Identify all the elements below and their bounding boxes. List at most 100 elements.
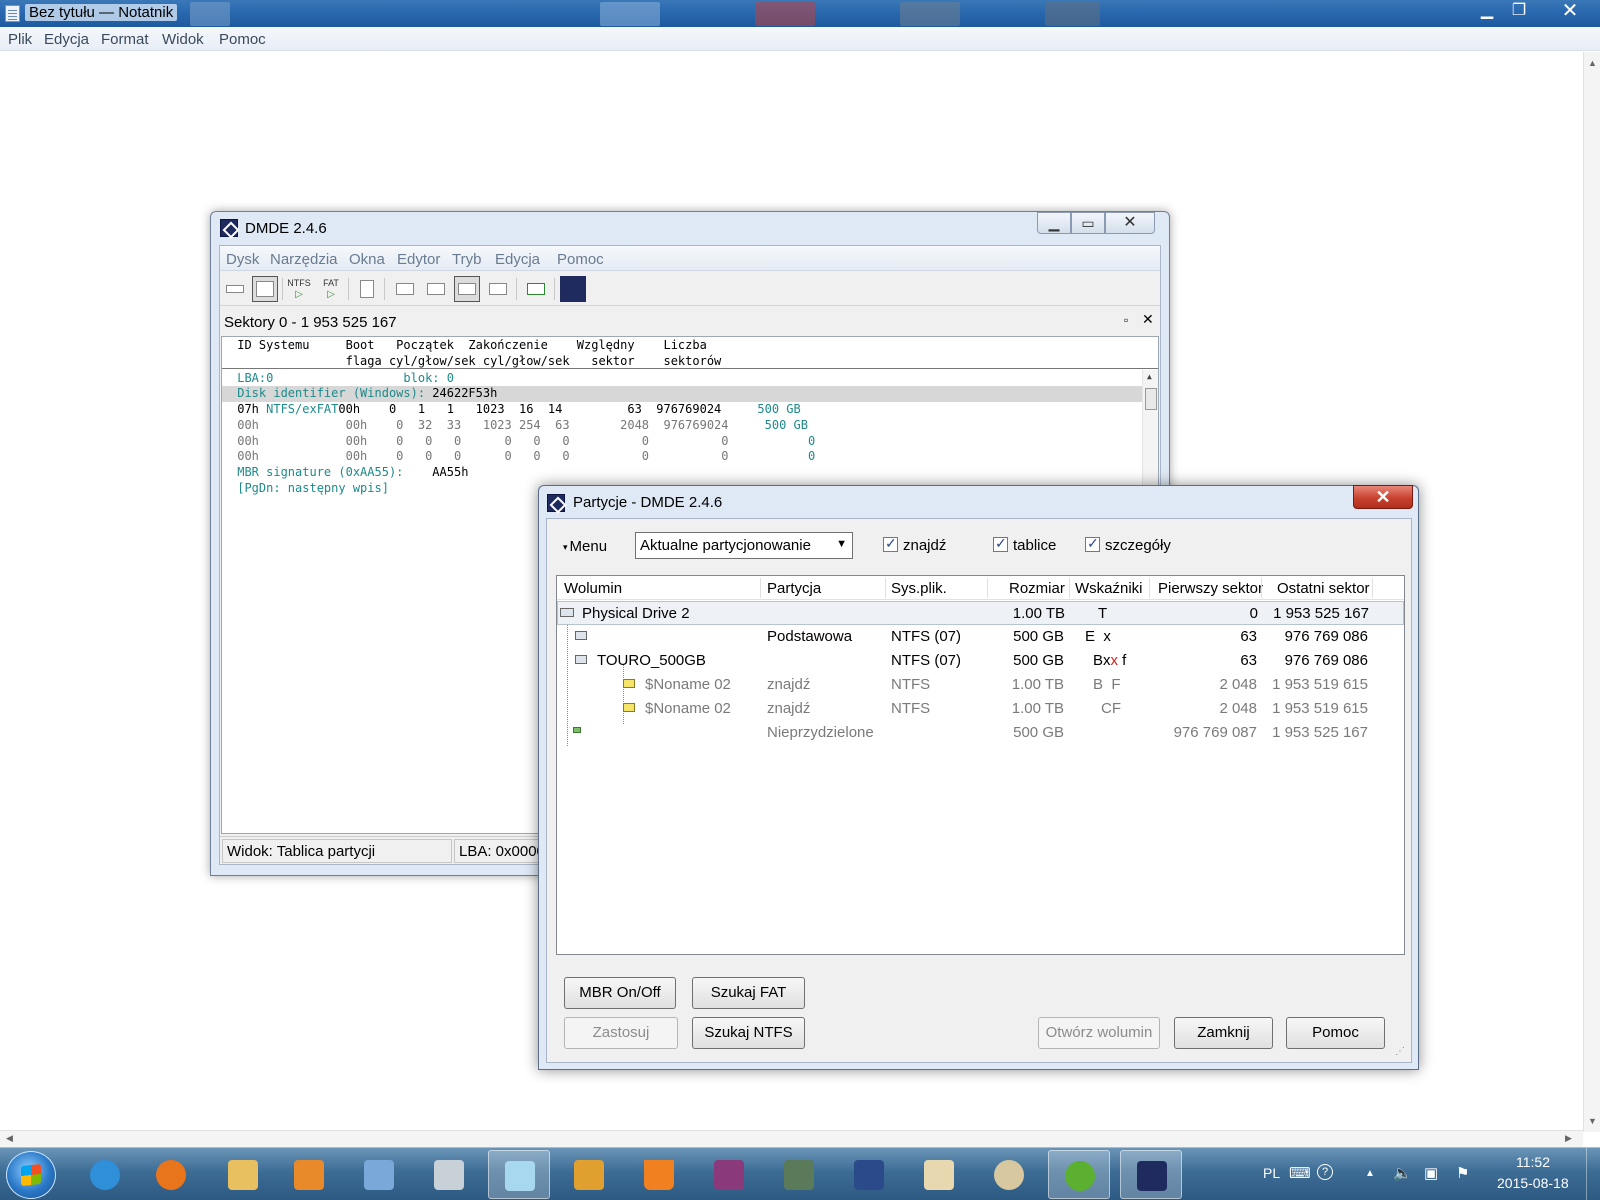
open-volume-button[interactable]: Otwórz wolumin [1038, 1017, 1160, 1049]
cell-filesystem: NTFS (07) [891, 628, 962, 645]
media-player-icon[interactable] [278, 1150, 340, 1199]
list-view-icon[interactable] [423, 276, 449, 302]
partitioning-mode-select[interactable]: Aktualne partycjonowanie ▼ [635, 532, 853, 559]
details-checkbox[interactable]: szczegóły [1085, 535, 1171, 554]
disk-icon[interactable] [222, 276, 248, 302]
utorrent-icon[interactable] [1048, 1150, 1110, 1199]
clock-date[interactable]: 2015-08-18 [1497, 1175, 1569, 1191]
dmde-menu-edit[interactable]: Edycja [495, 251, 540, 268]
dmde-menu-tools[interactable]: Narzędzia [270, 251, 338, 268]
firefox-icon[interactable] [140, 1150, 202, 1199]
clock-time[interactable]: 11:52 [1516, 1154, 1550, 1170]
table-row[interactable]: TOURO_500GB NTFS (07) 500 GB Bxx f 63 97… [557, 649, 1404, 673]
network-icon[interactable]: ▣ [1424, 1164, 1438, 1182]
panel-close-icon[interactable]: ✕ [1142, 311, 1154, 328]
find-checkbox[interactable]: znajdź [883, 535, 946, 554]
table-view-icon[interactable] [454, 276, 480, 302]
table-row[interactable]: Nieprzydzielone 500 GB 976 769 087 1 953… [557, 721, 1404, 745]
dmde-menu-help[interactable]: Pomoc [557, 251, 604, 268]
internet-explorer-icon[interactable] [74, 1150, 136, 1199]
column-last-sector[interactable]: Ostatni sektor [1277, 580, 1370, 597]
task-manager-icon[interactable] [768, 1150, 830, 1199]
help-icon[interactable]: ? [1317, 1164, 1333, 1180]
scroll-up-arrow-icon[interactable]: ▲ [1147, 372, 1152, 381]
action-center-flag-icon[interactable]: ⚑ [1456, 1164, 1469, 1182]
column-separator [885, 578, 886, 598]
notepad-maximize-button[interactable]: ❐ [1504, 0, 1534, 22]
volume-icon[interactable]: 🔈 [1393, 1164, 1412, 1182]
dmde-menu-mode[interactable]: Tryb [452, 251, 481, 268]
dmde-menu-windows[interactable]: Okna [349, 251, 385, 268]
notepad-menu-format[interactable]: Format [101, 31, 149, 48]
start-button[interactable] [6, 1151, 56, 1199]
notepad-close-button[interactable]: ✕ [1550, 0, 1590, 22]
table-row[interactable]: Physical Drive 2 1.00 TB T 0 1 953 525 1… [557, 601, 1404, 625]
mail-icon[interactable] [908, 1150, 970, 1199]
notepad-minimize-button[interactable]: ▁ [1472, 0, 1502, 22]
notepad-taskbar-icon[interactable] [488, 1150, 550, 1199]
scroll-down-arrow-icon[interactable]: ▼ [1588, 1116, 1597, 1126]
scrollbar-thumb[interactable] [1145, 388, 1157, 410]
dmde-close-button[interactable]: ✕ [1105, 212, 1155, 234]
menu-dropdown-button[interactable]: ▾ Menu [563, 538, 607, 555]
column-volume[interactable]: Wolumin [564, 580, 622, 597]
fat-search-button[interactable]: FAT ▷ [318, 276, 344, 302]
column-partition[interactable]: Partycja [767, 580, 821, 597]
notepad-menu-view[interactable]: Widok [162, 31, 204, 48]
partitions-view-icon[interactable] [252, 276, 278, 302]
search-icon[interactable] [485, 276, 511, 302]
partitions-table[interactable]: Wolumin Partycja Sys.plik. Rozmiar Wskaź… [556, 575, 1405, 955]
resize-grip-icon[interactable]: ⋰ [1395, 1046, 1405, 1057]
calculator-icon[interactable] [418, 1150, 480, 1199]
mbr-toggle-button[interactable]: MBR On/Off [564, 977, 676, 1009]
winrar-icon[interactable] [698, 1150, 760, 1199]
vlc-icon[interactable] [628, 1150, 690, 1199]
notepad-horizontal-scrollbar[interactable]: ◀ ▶ [0, 1130, 1583, 1147]
tables-checkbox[interactable]: tablice [993, 535, 1056, 554]
table-row[interactable]: $Noname 02 znajdź NTFS 1.00 TB B F 2 048… [557, 673, 1404, 697]
table-row[interactable]: Podstawowa NTFS (07) 500 GB E x 63 976 7… [557, 625, 1404, 649]
ntfs-search-button[interactable]: NTFS ▷ [286, 276, 312, 302]
copy-sectors-icon[interactable] [523, 276, 549, 302]
file-explorer-icon[interactable] [212, 1150, 274, 1199]
dmde-logo-icon[interactable] [560, 276, 586, 302]
show-desktop-button[interactable] [1586, 1148, 1600, 1200]
dmde-menu-disk[interactable]: Dysk [226, 251, 259, 268]
column-flags[interactable]: Wskaźniki [1075, 580, 1143, 597]
scroll-up-arrow-icon[interactable]: ▲ [1588, 58, 1597, 68]
column-first-sector[interactable]: Pierwszy sektor [1158, 580, 1263, 597]
notepad-menu-edit[interactable]: Edycja [44, 31, 89, 48]
scroll-left-arrow-icon[interactable]: ◀ [6, 1133, 13, 1144]
partitions-close-button[interactable]: ✕ [1353, 485, 1413, 509]
notepad-menu-file[interactable]: Plik [8, 31, 32, 48]
language-indicator[interactable]: PL [1263, 1165, 1280, 1181]
dmde-menu-editor[interactable]: Edytor [397, 251, 440, 268]
paint-icon[interactable] [978, 1150, 1040, 1199]
dmde-minimize-button[interactable]: ▁ [1037, 212, 1071, 234]
keyboard-icon[interactable]: ⌨ [1289, 1164, 1311, 1182]
floppy-save-icon[interactable] [838, 1150, 900, 1199]
column-size[interactable]: Rozmiar [1009, 580, 1065, 597]
dmde-maximize-button[interactable]: ▭ [1071, 212, 1105, 234]
cell-flags: E x [1085, 628, 1111, 645]
apply-button[interactable]: Zastosuj [564, 1017, 678, 1049]
close-dialog-button[interactable]: Zamknij [1174, 1017, 1273, 1049]
status-view: Widok: Tablica partycji [222, 839, 452, 863]
search-ntfs-button[interactable]: Szukaj NTFS [692, 1017, 805, 1049]
sectors-panel-header: Sektory 0 - 1 953 525 167 ▫ ✕ [220, 308, 1160, 336]
notepad-menu-help[interactable]: Pomoc [219, 31, 266, 48]
scroll-right-arrow-icon[interactable]: ▶ [1565, 1133, 1572, 1144]
chevron-up-icon[interactable]: ▲ [1365, 1168, 1375, 1179]
table-row[interactable]: $Noname 02 znajdź NTFS 1.00 TB CF 2 048 … [557, 697, 1404, 721]
panel-maximize-icon[interactable]: ▫ [1124, 313, 1128, 327]
column-filesystem[interactable]: Sys.plik. [891, 580, 947, 597]
help-button[interactable]: Pomoc [1286, 1017, 1385, 1049]
cell-last-sector: 1 953 519 615 [1272, 700, 1368, 717]
tree-view-icon[interactable] [392, 276, 418, 302]
remote-desktop-icon[interactable] [348, 1150, 410, 1199]
photo-app-icon[interactable] [558, 1150, 620, 1199]
dmde-taskbar-icon[interactable] [1120, 1150, 1182, 1199]
notepad-vertical-scrollbar[interactable]: ▲ ▼ [1583, 52, 1600, 1132]
search-fat-button[interactable]: Szukaj FAT [692, 977, 805, 1009]
new-document-icon[interactable] [354, 276, 380, 302]
